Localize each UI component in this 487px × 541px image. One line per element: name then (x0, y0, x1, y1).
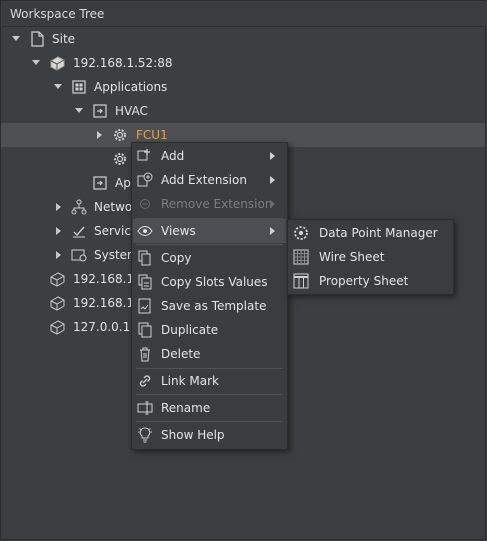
trash-icon (136, 345, 154, 363)
grid-icon (292, 248, 310, 266)
property-sheet-icon (292, 272, 310, 290)
menu-item-add-extension[interactable]: Add Extension (133, 168, 286, 192)
tree-label-device: 192.168.1.52:88 (73, 56, 173, 70)
gear-icon (111, 150, 129, 168)
folder-app-icon (91, 102, 109, 120)
lightbulb-icon (136, 426, 154, 444)
tree-label-site: Site (52, 32, 76, 46)
menu-item-save-as-template[interactable]: Save as Template (133, 294, 286, 318)
menu-item-duplicate[interactable]: Duplicate (133, 318, 286, 342)
template-icon (136, 297, 154, 315)
menu-item-copy[interactable]: Copy (133, 246, 286, 270)
menu-item-wire-sheet[interactable]: Wire Sheet (289, 245, 452, 269)
page-icon (28, 30, 46, 48)
menu-item-add[interactable]: Add (133, 144, 286, 168)
expand-arrow-icon[interactable] (32, 60, 40, 65)
network-icon (70, 198, 88, 216)
device-icon (48, 54, 66, 72)
folder-app-icon (91, 174, 109, 192)
expand-arrow-icon[interactable] (12, 36, 20, 41)
menu-separator (136, 244, 283, 245)
expand-arrow-icon[interactable] (75, 108, 83, 113)
submenu-arrow-icon (270, 227, 275, 235)
menu-separator (136, 394, 283, 395)
expand-arrow-icon[interactable] (54, 84, 62, 89)
tree-row-site[interactable]: Site (1, 27, 485, 51)
submenu-arrow-icon (270, 176, 275, 184)
tree-label-hvac: HVAC (115, 104, 148, 118)
duplicate-icon (136, 321, 154, 339)
menu-item-property-sheet[interactable]: Property Sheet (289, 269, 452, 293)
copy-slots-icon (136, 273, 154, 291)
gear-icon (111, 126, 129, 144)
services-icon (70, 222, 88, 240)
menu-item-show-help[interactable]: Show Help (133, 423, 286, 447)
applications-icon (70, 78, 88, 96)
collapse-arrow-icon[interactable] (56, 203, 61, 211)
device-offline-icon (48, 318, 66, 336)
collapse-arrow-icon[interactable] (56, 251, 61, 259)
device-offline-icon (48, 294, 66, 312)
rename-icon (136, 399, 154, 417)
tree-label-applications: Applications (94, 80, 168, 94)
views-submenu: Data Point Manager Wire Sheet Property S… (287, 219, 454, 295)
menu-item-remove-extension[interactable]: Remove Extension (133, 192, 286, 216)
copy-icon (136, 249, 154, 267)
add-extension-icon (136, 171, 154, 189)
tree-row-applications[interactable]: Applications (1, 75, 485, 99)
link-icon (136, 372, 154, 390)
panel-title: Workspace Tree (2, 2, 486, 27)
submenu-arrow-icon (270, 200, 275, 208)
data-point-manager-icon (292, 224, 310, 242)
menu-item-delete[interactable]: Delete (133, 342, 286, 366)
tree-row-device[interactable]: 192.168.1.52:88 (1, 51, 485, 75)
eye-icon (136, 222, 154, 240)
tree-label-device-3: 192.168.1. (73, 296, 138, 310)
add-icon (136, 147, 154, 165)
remove-extension-icon (136, 195, 154, 213)
submenu-arrow-icon (270, 152, 275, 160)
menu-item-rename[interactable]: Rename (133, 396, 286, 420)
menu-item-data-point-manager[interactable]: Data Point Manager (289, 221, 452, 245)
menu-item-copy-slots-values[interactable]: Copy Slots Values (133, 270, 286, 294)
tree-label-device-2: 192.168.1. (73, 272, 138, 286)
context-menu: Add Add Extension Remove Extension Views… (131, 142, 288, 450)
collapse-arrow-icon[interactable] (56, 227, 61, 235)
menu-item-link-mark[interactable]: Link Mark (133, 369, 286, 393)
menu-separator (136, 421, 283, 422)
tree-row-hvac[interactable]: HVAC (1, 99, 485, 123)
device-offline-icon (48, 270, 66, 288)
menu-item-views[interactable]: Views (133, 219, 286, 243)
collapse-arrow-icon[interactable] (97, 131, 102, 139)
system-icon (70, 246, 88, 264)
